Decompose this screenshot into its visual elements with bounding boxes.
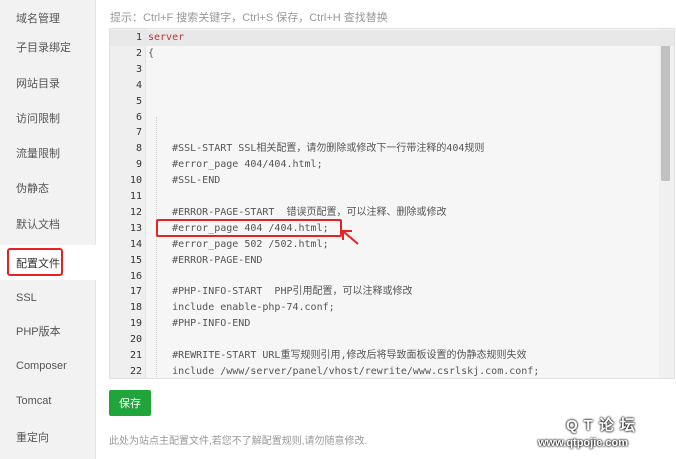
line-code: #SSL-END xyxy=(148,175,221,187)
line-number: 5 xyxy=(135,95,142,107)
line-number: 3 xyxy=(135,63,142,75)
code-line[interactable]: 16 xyxy=(110,269,674,285)
sidebar-item[interactable]: Composer xyxy=(0,348,96,383)
line-code: #PHP-INFO-START PHP引用配置，可以注释或修改 xyxy=(148,286,413,298)
code-line[interactable]: 22 include /www/server/panel/vhost/rewri… xyxy=(110,364,674,378)
line-number: 19 xyxy=(129,318,142,330)
sidebar-item-label: 访问限制 xyxy=(16,112,60,125)
line-number: 20 xyxy=(129,334,142,346)
editor-hint: 提示：Ctrl+F 搜索关键字，Ctrl+S 保存，Ctrl+H 查找替换 xyxy=(110,12,388,24)
sidebar-item-label: Tomcat xyxy=(16,394,52,407)
code-line[interactable]: 18 include enable-php-74.conf; xyxy=(110,300,674,316)
line-number: 2 xyxy=(135,47,142,59)
sidebar-item[interactable]: 伪静态 xyxy=(0,170,96,205)
watermark-title: QT论坛 xyxy=(566,417,641,434)
line-code: #error_page 404/404.html; xyxy=(148,159,323,171)
line-number: 18 xyxy=(129,302,142,314)
sidebar-item-label: SSL xyxy=(16,291,37,304)
highlight-box xyxy=(156,219,342,237)
line-code: server xyxy=(148,32,185,43)
line-code: #ERROR-PAGE-END xyxy=(148,254,263,266)
sidebar-item[interactable]: PHP版本 xyxy=(0,313,96,348)
sidebar-item[interactable]: Tomcat xyxy=(0,383,96,418)
sidebar-item-label: PHP版本 xyxy=(16,325,61,338)
code-line[interactable]: 19 #PHP-INFO-END xyxy=(110,316,674,332)
sidebar-item-label: Composer xyxy=(16,359,67,372)
sidebar-item[interactable]: 访问限制 xyxy=(0,100,96,135)
sidebar: 域名管理子目录绑定网站目录访问限制流量限制伪静态默认文档配置文件 SSL PHP版本… xyxy=(0,0,96,459)
code-line[interactable]: 2{ xyxy=(110,46,674,62)
line-code: #error_page 502 /502.html; xyxy=(148,238,329,250)
code-line[interactable]: 10 #SSL-END xyxy=(110,173,674,189)
config-file-note: 此处为站点主配置文件,若您不了解配置规则,请勿随意修改. xyxy=(109,436,368,447)
sidebar-item-label: 流量限制 xyxy=(16,147,60,160)
line-number: 9 xyxy=(135,159,142,171)
line-number: 21 xyxy=(129,350,142,361)
code-line[interactable]: 9 #error_page 404/404.html; xyxy=(110,157,674,173)
code-line[interactable]: 4 xyxy=(110,78,674,94)
line-number: 8 xyxy=(135,143,142,155)
sidebar-item-label: 网站目录 xyxy=(16,77,60,90)
sidebar-item[interactable]: 网站目录 xyxy=(0,65,96,100)
code-line[interactable]: 11 xyxy=(110,189,674,205)
sidebar-item[interactable]: 子目录绑定 xyxy=(0,29,96,64)
line-number: 22 xyxy=(129,365,142,377)
code-line[interactable]: 7 xyxy=(110,125,674,141)
sidebar-item-label: 重定向 xyxy=(16,431,49,444)
line-number: 11 xyxy=(129,191,142,202)
code-line[interactable]: 20 xyxy=(110,332,674,348)
line-number: 13 xyxy=(129,222,142,234)
line-number: 10 xyxy=(129,175,142,187)
sidebar-item-label: 域名管理 xyxy=(16,12,60,25)
sidebar-item-label: 子目录绑定 xyxy=(16,41,71,54)
line-code: #SSL-START SSL相关配置，请勿删除或修改下一行带注释的404规则 xyxy=(148,143,485,155)
code-line[interactable]: 5 xyxy=(110,94,674,110)
line-number: 1 xyxy=(135,32,142,43)
code-line[interactable]: 8 #SSL-START SSL相关配置，请勿删除或修改下一行带注释的404规则 xyxy=(110,141,674,157)
save-button[interactable]: 保存 xyxy=(109,390,151,416)
code-line[interactable]: 21 #REWRITE-START URL重写规则引用,修改后将导致面板设置的伪… xyxy=(110,348,674,364)
line-number: 4 xyxy=(135,79,142,91)
line-code: include enable-php-74.conf; xyxy=(148,302,335,314)
code-line[interactable]: 3 xyxy=(110,62,674,78)
code-line[interactable]: 14 #error_page 502 /502.html; xyxy=(110,237,674,253)
line-number: 12 xyxy=(129,206,142,218)
code-line[interactable]: 1 server xyxy=(110,30,674,46)
red-arrow-icon xyxy=(342,230,359,245)
code-line[interactable]: 15 #ERROR-PAGE-END xyxy=(110,253,674,269)
line-number: 16 xyxy=(129,270,142,282)
line-code: include /www/server/panel/vhost/rewrite/… xyxy=(148,365,540,377)
line-code: #PHP-INFO-END xyxy=(148,318,251,330)
code-line[interactable]: 6 xyxy=(110,110,674,126)
sidebar-item-label: 伪静态 xyxy=(16,182,49,195)
watermark-url: www.qtpojie.com xyxy=(538,437,629,449)
config-editor[interactable]: 1 server 2{3 4 5 6 7 8 #SSL-START SSL相关配置，请勿删除或… xyxy=(109,28,675,379)
line-number: 14 xyxy=(129,238,142,250)
sidebar-item[interactable]: 流量限制 xyxy=(0,135,96,170)
line-number: 15 xyxy=(129,254,142,266)
sidebar-item[interactable]: SSL xyxy=(0,280,96,315)
sidebar-item[interactable]: 默认文档 xyxy=(0,206,96,241)
line-code: #REWRITE-START URL重写规则引用,修改后将导致面板设置的伪静态规… xyxy=(148,350,527,361)
line-number: 6 xyxy=(135,111,142,123)
active-item-highlight xyxy=(7,248,63,276)
sidebar-item-label: 默认文档 xyxy=(16,218,60,231)
line-code: { xyxy=(148,47,155,59)
sidebar-item[interactable]: 重定向 xyxy=(0,419,96,454)
line-number: 17 xyxy=(129,286,142,298)
code-line[interactable]: 17 #PHP-INFO-START PHP引用配置，可以注释或修改 xyxy=(110,284,674,300)
line-number: 7 xyxy=(135,127,142,139)
sidebar-item[interactable]: 配置文件 xyxy=(0,245,96,280)
